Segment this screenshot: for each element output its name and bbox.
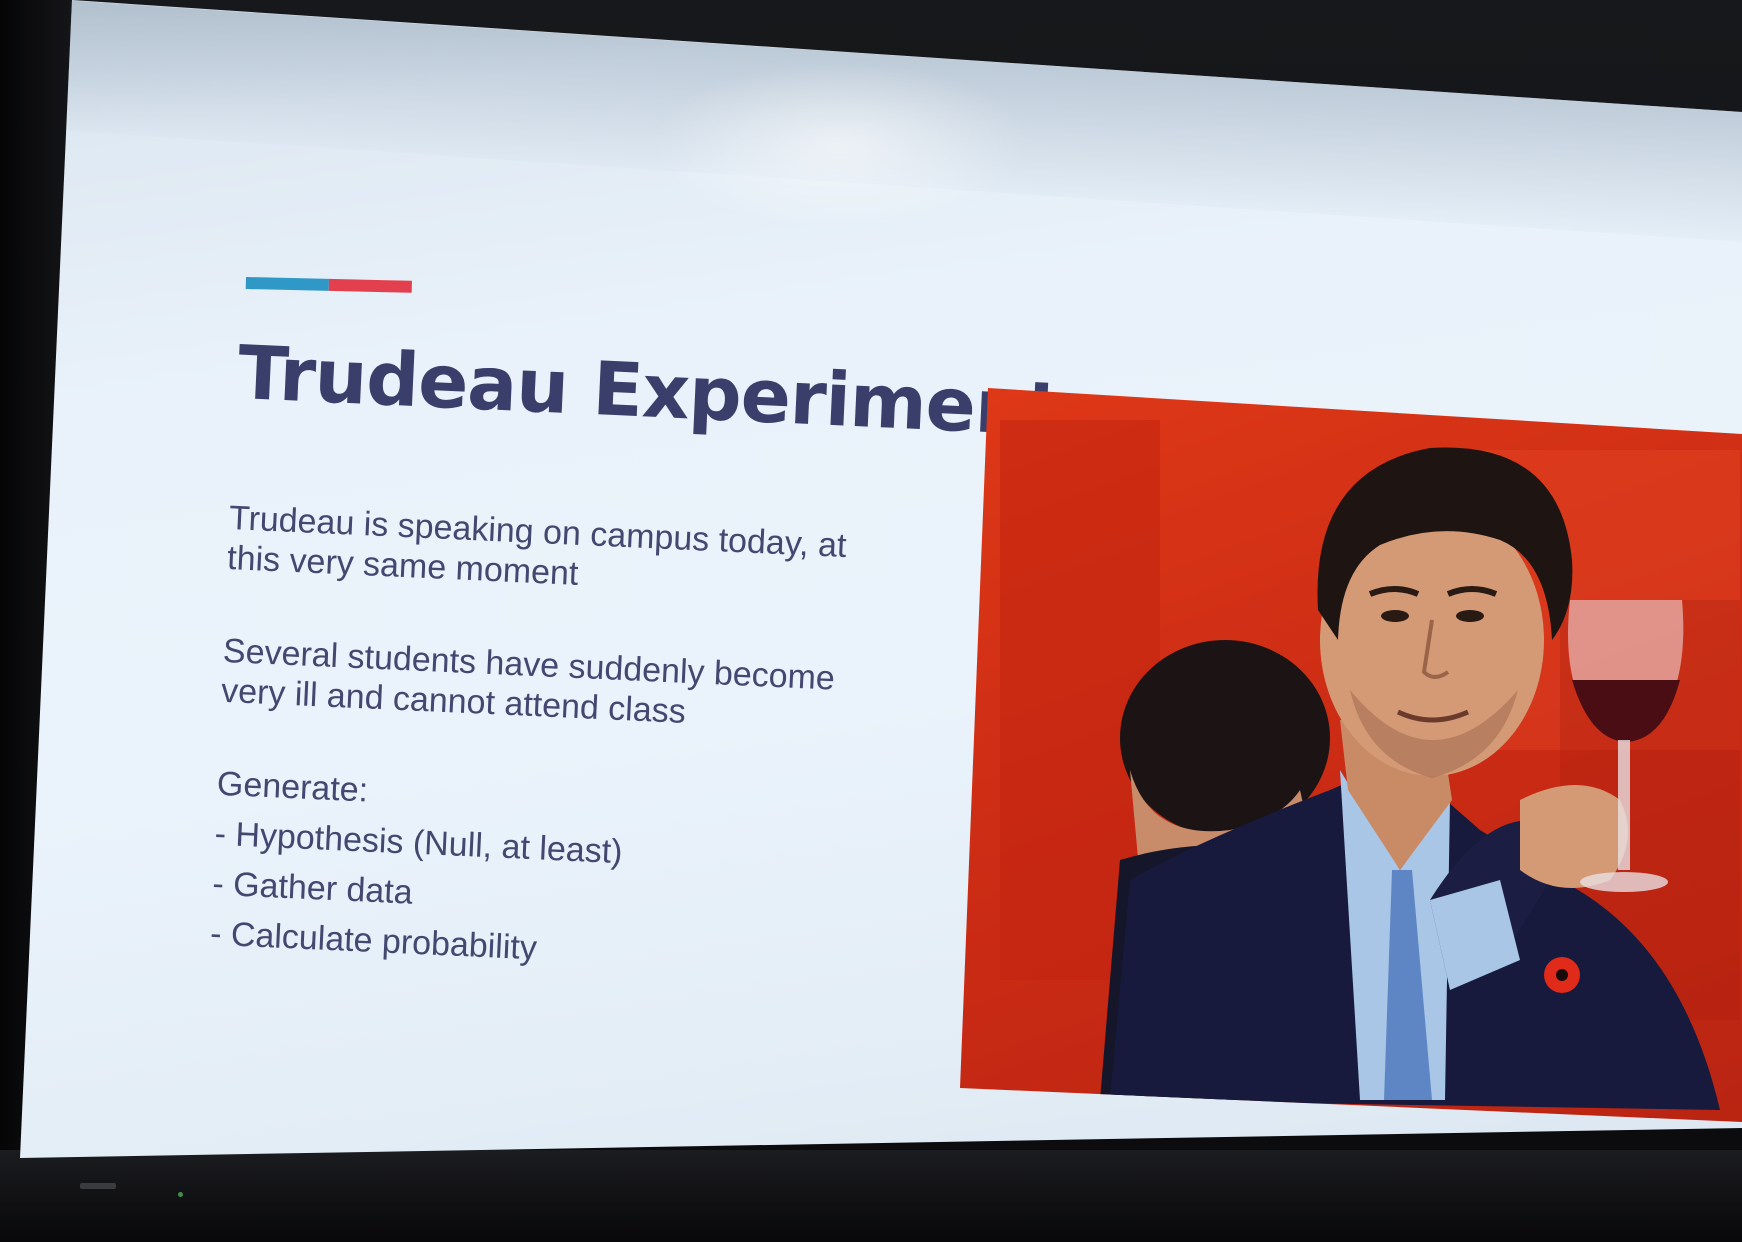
slide-title: Trudeau Experiment xyxy=(236,330,1063,454)
generate-list: - Hypothesis (Null, at least) - Gather d… xyxy=(209,814,855,983)
display-screen: Trudeau Experiment Trudeau is speaking o… xyxy=(20,0,1742,1158)
paragraph-speaking-on-campus: Trudeau is speaking on campus today, at … xyxy=(226,498,848,593)
power-led-icon xyxy=(178,1192,183,1197)
accent-bar-red xyxy=(328,278,412,293)
slide-body: Trudeau is speaking on campus today, at … xyxy=(209,498,869,993)
monitor-bezel-bottom xyxy=(0,1150,1742,1242)
paragraph-students-ill: Several students have suddenly become ve… xyxy=(220,631,836,731)
accent-bar-blue xyxy=(245,277,329,291)
monitor-brand-mark xyxy=(80,1183,116,1189)
presentation-slide: Trudeau Experiment Trudeau is speaking o… xyxy=(20,0,1742,1158)
title-accent-bar xyxy=(245,277,412,293)
photographed-screen: Trudeau Experiment Trudeau is speaking o… xyxy=(0,0,1742,1242)
